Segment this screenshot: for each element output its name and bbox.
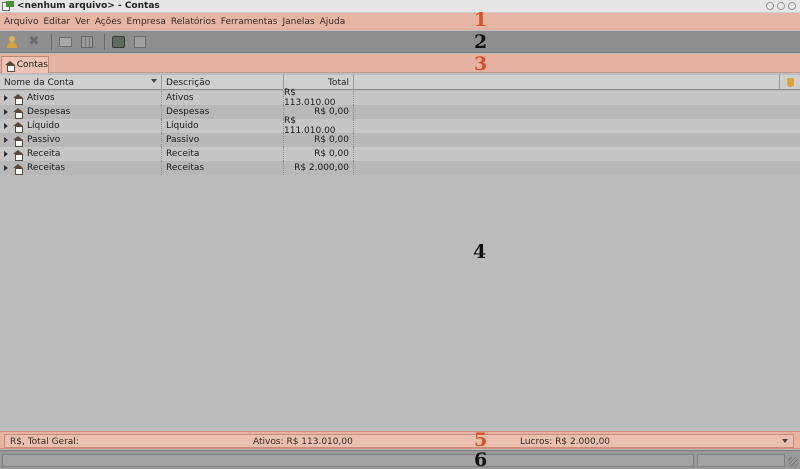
table-row[interactable]: Ativos Ativos R$ 113.010,00 (0, 88, 800, 108)
new-account-button[interactable] (3, 33, 21, 51)
table-header: Nome da Conta Descrição Total (0, 75, 800, 90)
minimize-button[interactable] (766, 2, 774, 10)
account-icon (13, 107, 23, 119)
resize-grip-icon[interactable] (788, 457, 798, 467)
window-title: <nenhum arquivo> - Contas (17, 1, 160, 11)
column-header-empty (354, 75, 780, 90)
account-icon (13, 149, 23, 161)
menu-acoes[interactable]: Ações (95, 17, 122, 27)
toolbar-separator (104, 33, 105, 50)
menu-relatorios[interactable]: Relatórios (171, 17, 216, 27)
toolbar: ✖ (0, 31, 800, 53)
status-bar (0, 450, 800, 469)
user-icon (6, 35, 18, 48)
delete-button[interactable]: ✖ (25, 33, 43, 51)
folder-icon (58, 36, 72, 47)
table-row[interactable]: Receitas Receitas R$ 2.000,00 (0, 161, 800, 175)
table-row[interactable]: Despesas Despesas R$ 0,00 (0, 105, 800, 119)
accounts-icon (5, 60, 15, 72)
account-name: Receita (27, 149, 61, 159)
summary-bar: R$, Total Geral: Ativos: R$ 113.010,00 L… (0, 431, 800, 449)
close-button[interactable] (788, 2, 796, 10)
menu-empresa[interactable]: Empresa (127, 17, 166, 27)
copy-button[interactable] (131, 33, 149, 51)
summary-profits: Lucros: R$ 2.000,00 (520, 437, 611, 447)
tab-contas[interactable]: Contas (1, 56, 49, 73)
ledger-icon (81, 35, 93, 48)
table-row[interactable]: Receita Receita R$ 0,00 (0, 147, 800, 161)
toolbar-separator (51, 33, 52, 50)
annotation-5: 5 (474, 429, 488, 451)
maximize-button[interactable] (777, 2, 785, 10)
column-header-name[interactable]: Nome da Conta (0, 75, 162, 90)
expander-icon[interactable] (4, 109, 8, 115)
account-name: Receitas (27, 163, 66, 173)
column-selector-button[interactable] (780, 75, 800, 90)
copy-icon (134, 35, 146, 48)
currency-summary-selector[interactable]: R$, Total Geral: Ativos: R$ 113.010,00 L… (4, 434, 794, 448)
account-name: Líquido (27, 121, 60, 131)
menu-ajuda[interactable]: Ajuda (320, 17, 346, 27)
tab-label: Contas (16, 60, 48, 70)
status-message (2, 454, 694, 467)
account-description: Despesas (162, 105, 284, 119)
account-icon (13, 93, 23, 105)
menu-bar: Arquivo Editar Ver Ações Empresa Relatór… (0, 13, 800, 30)
expander-icon[interactable] (4, 137, 8, 143)
account-total: R$ 111.010,00 (284, 116, 354, 136)
delete-icon: ✖ (28, 34, 40, 49)
account-total: R$ 0,00 (284, 147, 354, 161)
menu-arquivo[interactable]: Arquivo (4, 17, 38, 27)
menu-janelas[interactable]: Janelas (283, 17, 315, 27)
edit-button[interactable] (78, 33, 96, 51)
summary-label: R$, Total Geral: (10, 437, 79, 447)
menu-ver[interactable]: Ver (75, 17, 90, 27)
expander-icon[interactable] (4, 95, 8, 101)
annotation-4: 4 (473, 241, 487, 263)
find-icon (111, 35, 125, 48)
account-name: Passivo (27, 135, 61, 145)
accounts-table: Nome da Conta Descrição Total Ativos Ati… (0, 75, 800, 430)
tab-strip: Contas (0, 54, 800, 73)
account-name: Ativos (27, 93, 55, 103)
account-total: R$ 113.010,00 (284, 88, 354, 108)
open-button[interactable] (56, 33, 74, 51)
account-total: R$ 2.000,00 (284, 161, 354, 175)
account-icon (13, 121, 23, 133)
account-description: Ativos (162, 91, 284, 105)
title-bar: <nenhum arquivo> - Contas (0, 0, 800, 13)
column-header-description[interactable]: Descrição (162, 75, 284, 90)
menu-editar[interactable]: Editar (43, 17, 70, 27)
table-row[interactable]: Passivo Passivo R$ 0,00 (0, 133, 800, 147)
account-description: Líquido (162, 119, 284, 133)
account-description: Passivo (162, 133, 284, 147)
column-selector-icon (786, 78, 794, 87)
app-icon (2, 0, 14, 12)
expander-icon[interactable] (4, 123, 8, 129)
window-controls (766, 2, 796, 10)
expander-icon[interactable] (4, 165, 8, 171)
sort-arrow-icon (151, 79, 157, 83)
account-description: Receitas (162, 161, 284, 175)
annotation-6: 6 (474, 449, 488, 469)
account-description: Receita (162, 147, 284, 161)
account-total: R$ 0,00 (284, 133, 354, 147)
find-button[interactable] (109, 33, 127, 51)
account-icon (13, 135, 23, 147)
progress-area (697, 454, 785, 467)
summary-assets: Ativos: R$ 113.010,00 (253, 437, 353, 447)
annotation-2: 2 (474, 31, 488, 53)
annotation-1: 1 (474, 9, 488, 31)
account-name: Despesas (27, 107, 71, 117)
chevron-down-icon (782, 439, 788, 443)
expander-icon[interactable] (4, 151, 8, 157)
annotation-3: 3 (474, 53, 488, 75)
menu-ferramentas[interactable]: Ferramentas (221, 17, 278, 27)
account-icon (13, 163, 23, 175)
table-row[interactable]: Líquido Líquido R$ 111.010,00 (0, 116, 800, 136)
